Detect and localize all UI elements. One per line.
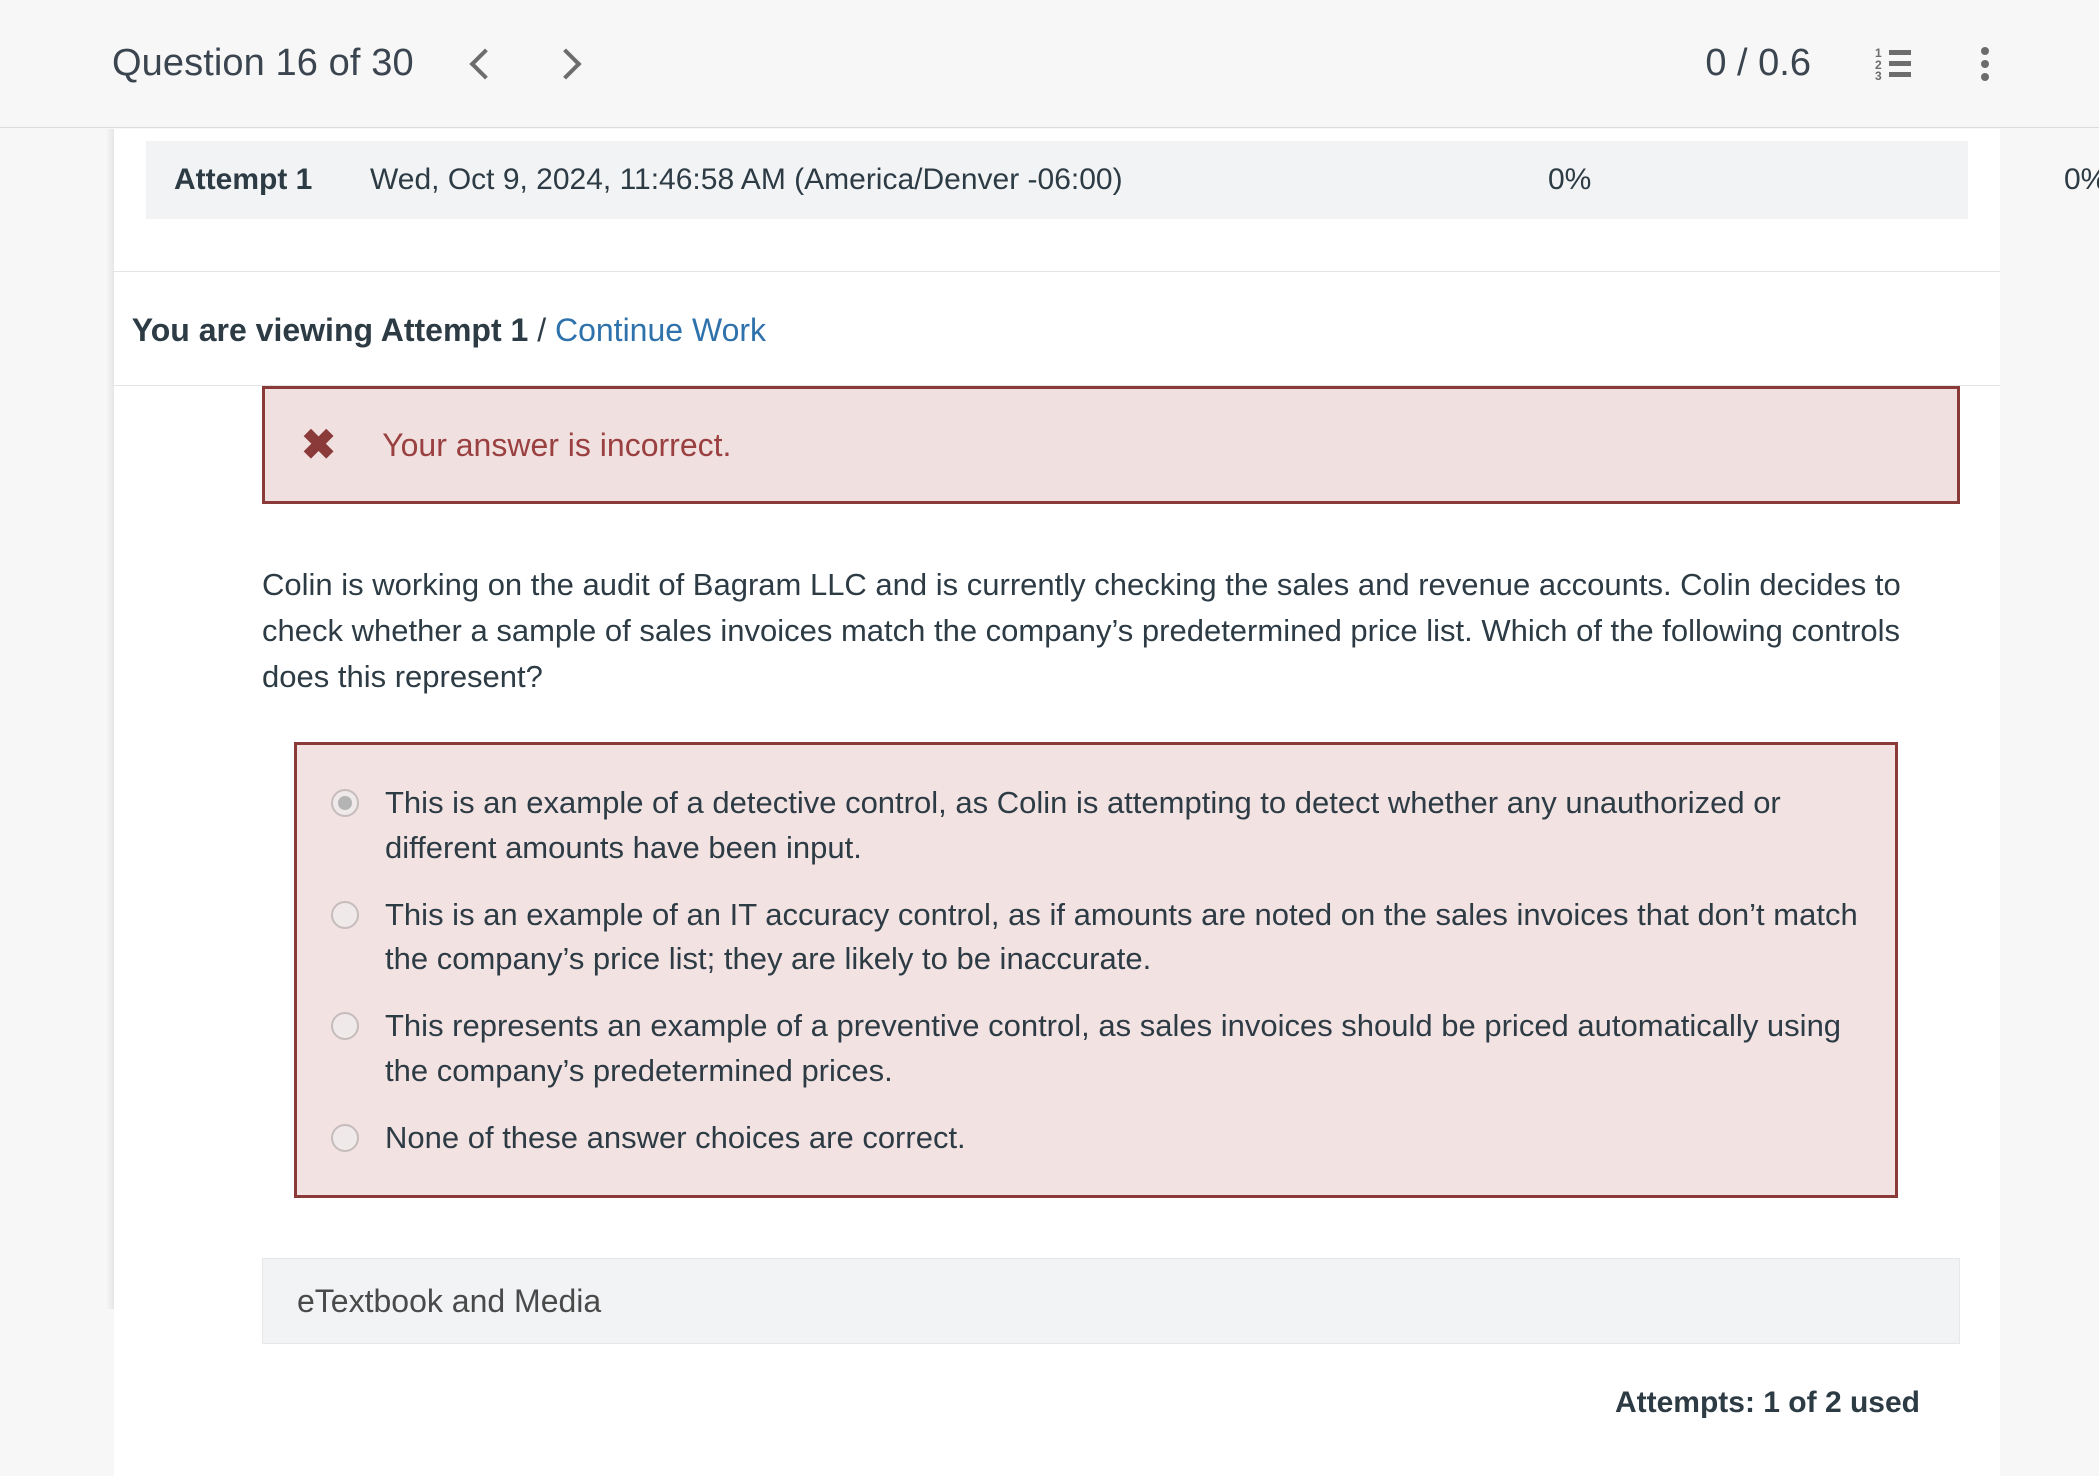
answer-choice-1-label: This is an example of a detective contro… [385, 784, 1781, 865]
radio-button-1[interactable] [331, 788, 359, 817]
radio-button-3[interactable] [331, 1012, 359, 1041]
answer-choice-3-label: This represents an example of a preventi… [385, 1008, 1842, 1089]
question-toolbar: Question 16 of 30 0 / 0.6 1 2 3 [0, 0, 2099, 128]
x-mark-icon: ✖ [301, 421, 337, 468]
next-question-button[interactable] [538, 33, 600, 95]
previous-question-button[interactable] [452, 33, 514, 95]
answer-choice-1[interactable]: This is an example of a detective contro… [331, 781, 1861, 871]
viewing-separator: / [528, 312, 555, 348]
score-display: 0 / 0.6 [1705, 42, 1811, 84]
list-number-2: 2 [1875, 57, 1882, 72]
radio-button-4[interactable] [331, 1124, 359, 1153]
answer-choice-3[interactable]: This represents an example of a preventi… [331, 1004, 1861, 1094]
answer-choice-4[interactable]: None of these answer choices are correct… [331, 1116, 1861, 1161]
toolbar-right-group: 0 / 0.6 1 2 3 [1705, 32, 2017, 96]
attempt-row-values: Wed, Oct 9, 2024, 11:46:58 AM (America/D… [370, 163, 2099, 197]
attempt-percent-2: 0% [2064, 163, 2099, 196]
kebab-menu-icon [1981, 46, 1989, 81]
chevron-right-icon [550, 47, 582, 80]
page-title: Question 16 of 30 [112, 42, 414, 84]
etextbook-and-media-label: eTextbook and Media [297, 1282, 602, 1319]
incorrect-answer-alert: ✖ Your answer is incorrect. [262, 386, 1960, 504]
viewing-attempt-text: You are viewing Attempt 1 [131, 312, 529, 348]
viewing-attempt-section: You are viewing Attempt 1 / Continue Wor… [114, 272, 2000, 385]
answer-choices-group: This is an example of a detective contro… [294, 741, 1898, 1199]
numbered-list-icon: 1 2 3 [1875, 45, 1911, 83]
list-number-1: 1 [1875, 45, 1882, 60]
attempt-percent-1: 0% [1548, 163, 1592, 196]
panel-shadow [106, 129, 114, 1309]
toolbar-left-group: Question 16 of 30 [112, 33, 600, 95]
question-panel: Attempt 1 Wed, Oct 9, 2024, 11:46:58 AM … [114, 129, 2099, 1476]
list-number-3: 3 [1875, 68, 1882, 83]
question-text: Colin is working on the audit of Bagram … [262, 567, 1901, 694]
answer-choice-4-label: None of these answer choices are correct… [385, 1120, 966, 1156]
attempt-summary-section: Attempt 1 Wed, Oct 9, 2024, 11:46:58 AM … [114, 129, 2099, 219]
more-options-button[interactable] [1953, 32, 2017, 96]
answer-choice-2-label: This is an example of an IT accuracy con… [385, 896, 1858, 977]
question-list-button[interactable]: 1 2 3 [1861, 32, 1925, 96]
alert-message: Your answer is incorrect. [382, 426, 732, 463]
attempt-timestamp: Wed, Oct 9, 2024, 11:46:58 AM (America/D… [370, 163, 1123, 196]
attempts-used-text: Attempts: 1 of 2 used [1614, 1386, 1920, 1420]
chevron-left-icon [469, 47, 501, 80]
attempt-row: Attempt 1 Wed, Oct 9, 2024, 11:46:58 AM … [146, 141, 2099, 219]
panel-bottom-padding [114, 1420, 2000, 1476]
attempt-label: Attempt 1 [174, 163, 313, 196]
continue-work-link[interactable]: Continue Work [555, 312, 766, 348]
answer-choice-2[interactable]: This is an example of an IT accuracy con… [331, 893, 1861, 983]
etextbook-and-media-button[interactable]: eTextbook and Media [262, 1258, 1960, 1345]
radio-button-2[interactable] [331, 900, 359, 929]
